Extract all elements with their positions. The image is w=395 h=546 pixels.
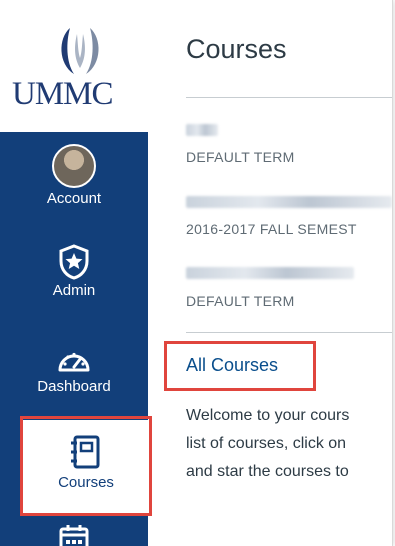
- nav-item-courses[interactable]: Courses: [20, 420, 152, 516]
- welcome-line: list of courses, click on: [186, 435, 347, 452]
- nav-item-calendar[interactable]: [0, 524, 148, 546]
- page-title: Courses: [186, 34, 287, 64]
- all-courses-link[interactable]: All Courses: [186, 355, 278, 376]
- course-term: 2016-2017 FALL SEMEST: [186, 221, 357, 237]
- nav-item-label: Admin: [52, 282, 96, 299]
- ummc-logo-icon: [61, 28, 99, 74]
- nav-item-label: Account: [46, 190, 102, 207]
- course-term: DEFAULT TERM: [186, 293, 295, 309]
- nav-item-account[interactable]: Account: [0, 144, 148, 207]
- logo-wordmark: UMMC: [12, 76, 114, 112]
- shield-star-icon: [59, 244, 89, 280]
- nav-item-dashboard[interactable]: Dashboard: [0, 346, 148, 395]
- welcome-line: and star the courses to: [186, 463, 349, 480]
- global-nav-sidebar: UMMC Account Admin Dashboard Courses: [0, 0, 152, 546]
- logo-area[interactable]: UMMC: [0, 0, 148, 132]
- course-name-redacted[interactable]: [186, 196, 392, 208]
- nav-item-label: Courses: [58, 474, 114, 491]
- title-divider: [186, 97, 392, 98]
- calendar-icon: [59, 525, 89, 546]
- course-term: DEFAULT TERM: [186, 149, 295, 165]
- book-icon: [71, 435, 100, 469]
- nav-item-admin[interactable]: Admin: [0, 244, 148, 299]
- welcome-line: Welcome to your cours: [186, 407, 350, 424]
- nav-menu: Account Admin Dashboard Courses: [0, 132, 152, 546]
- welcome-text: Welcome to your cours list of courses, c…: [186, 402, 392, 486]
- avatar: [52, 144, 96, 188]
- canvas-window: UMMC Account Admin Dashboard Courses Cou…: [0, 0, 392, 546]
- courses-divider: [186, 332, 392, 333]
- nav-item-label: Dashboard: [37, 378, 111, 395]
- course-name-redacted[interactable]: [186, 267, 354, 279]
- courses-panel: Courses DEFAULT TERM 2016-2017 FALL SEME…: [148, 0, 392, 546]
- course-name-redacted[interactable]: [186, 124, 218, 136]
- speedometer-icon: [58, 352, 90, 372]
